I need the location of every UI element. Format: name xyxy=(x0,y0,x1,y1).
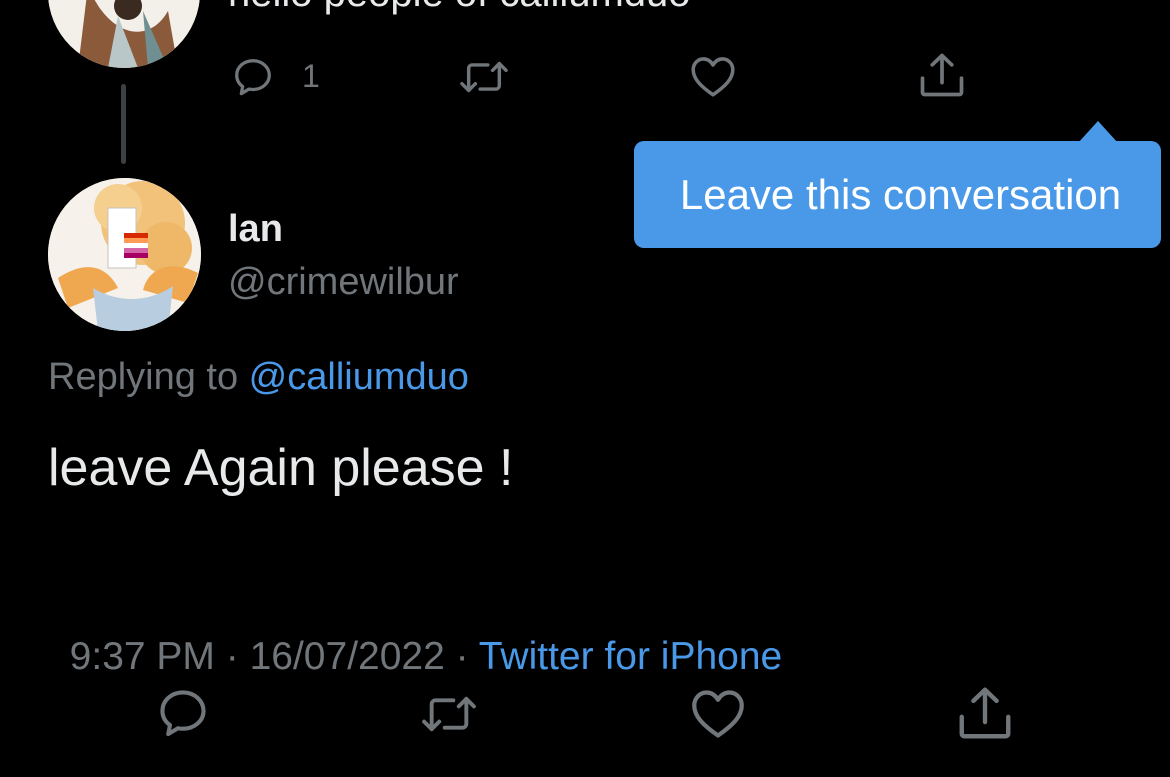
prev-tweet-text: hello people of calliumduo xyxy=(228,0,691,16)
tweet-source[interactable]: Twitter for iPhone xyxy=(479,635,782,678)
tweet-time: 9:37 PM xyxy=(69,635,215,678)
prev-avatar-image xyxy=(48,0,200,68)
prev-reply-count: 1 xyxy=(302,58,320,94)
leave-conversation-tooltip[interactable]: Leave this conversation xyxy=(634,141,1161,248)
retweet-icon xyxy=(460,61,508,93)
user-handle[interactable]: @crimewilbur xyxy=(228,260,459,304)
tweet-meta: 9:37 PM · 16/07/2022 · Twitter for iPhon… xyxy=(48,588,783,680)
prev-retweet-button[interactable] xyxy=(456,54,512,100)
meta-separator: · xyxy=(214,635,250,678)
prev-avatar[interactable] xyxy=(48,0,200,68)
tooltip-arrow xyxy=(1078,121,1118,143)
retweet-icon xyxy=(422,696,476,732)
prev-reply-button[interactable] xyxy=(230,54,276,100)
retweet-button[interactable] xyxy=(414,688,484,740)
meta-separator: · xyxy=(444,635,479,678)
reply-button[interactable] xyxy=(154,684,212,742)
thread-line xyxy=(121,84,126,164)
replying-to-prefix: Replying to xyxy=(48,356,249,398)
display-name[interactable]: lan xyxy=(228,207,283,251)
like-icon xyxy=(692,690,744,738)
tweet-text: leave Again please ! xyxy=(48,439,514,497)
replying-to-handle[interactable]: @calliumduo xyxy=(249,356,469,398)
like-button[interactable] xyxy=(688,684,748,742)
replying-to: Replying to @calliumduo xyxy=(48,354,469,400)
reply-icon xyxy=(235,59,271,96)
reply-icon xyxy=(160,690,206,737)
user-avatar[interactable] xyxy=(48,178,201,331)
tweet-date: 16/07/2022 xyxy=(249,635,445,678)
like-icon xyxy=(691,57,735,97)
prev-share-button[interactable] xyxy=(916,50,968,100)
share-icon xyxy=(959,687,1011,739)
share-icon xyxy=(920,53,964,97)
user-avatar-image xyxy=(48,178,201,331)
prev-like-button[interactable] xyxy=(688,52,738,100)
share-button[interactable] xyxy=(954,682,1016,744)
